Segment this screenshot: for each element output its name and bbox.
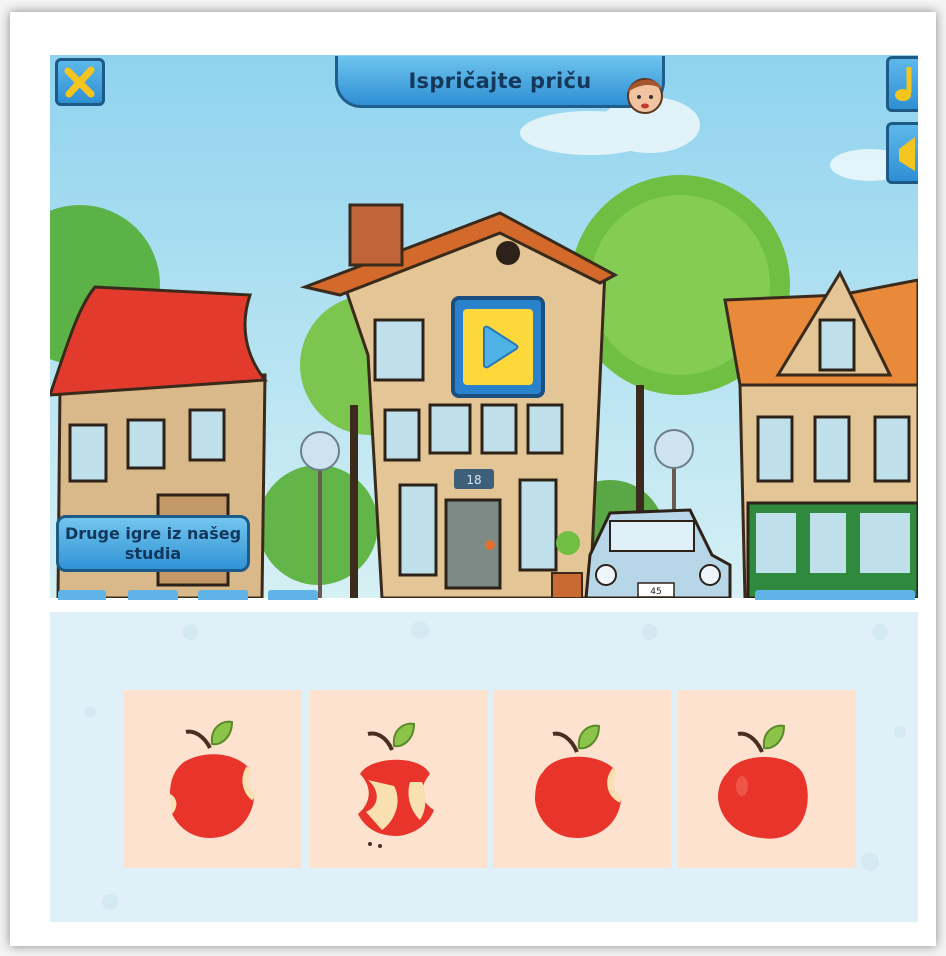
car-plate: 45 — [650, 587, 661, 597]
boy-face-icon — [627, 78, 663, 114]
play-icon — [483, 325, 519, 369]
story-card-4[interactable] — [678, 690, 856, 868]
apple-one-bite-icon — [535, 724, 623, 838]
story-title-banner: Ispričajte priču — [335, 56, 665, 108]
house-number: 18 — [466, 473, 481, 487]
page-title: Ispričajte priču — [408, 68, 592, 93]
close-button[interactable] — [55, 58, 105, 106]
menu-strip — [58, 590, 106, 600]
menu-strip — [198, 590, 248, 600]
story-card-1[interactable] — [124, 690, 302, 868]
story-card-3[interactable] — [493, 690, 671, 868]
sound-button[interactable] — [886, 122, 918, 184]
menu-strip — [755, 590, 915, 600]
speaker-icon — [899, 137, 915, 171]
menu-strip — [128, 590, 178, 600]
play-button[interactable] — [451, 296, 545, 398]
close-icon — [64, 66, 95, 98]
apple-core-icon — [358, 722, 434, 848]
apple-two-bites-icon — [170, 720, 256, 838]
other-games-button[interactable]: Druge igre iz našeg studia — [56, 515, 250, 572]
music-note-icon — [895, 67, 912, 101]
music-button[interactable] — [886, 56, 918, 112]
narrator-avatar — [622, 72, 668, 116]
other-games-label: Druge igre iz našeg studia — [64, 523, 242, 563]
right-house — [723, 269, 918, 598]
play-button-face — [463, 309, 533, 385]
story-card-2[interactable] — [310, 690, 488, 868]
menu-strip — [268, 590, 318, 600]
apple-whole-icon — [718, 724, 808, 839]
